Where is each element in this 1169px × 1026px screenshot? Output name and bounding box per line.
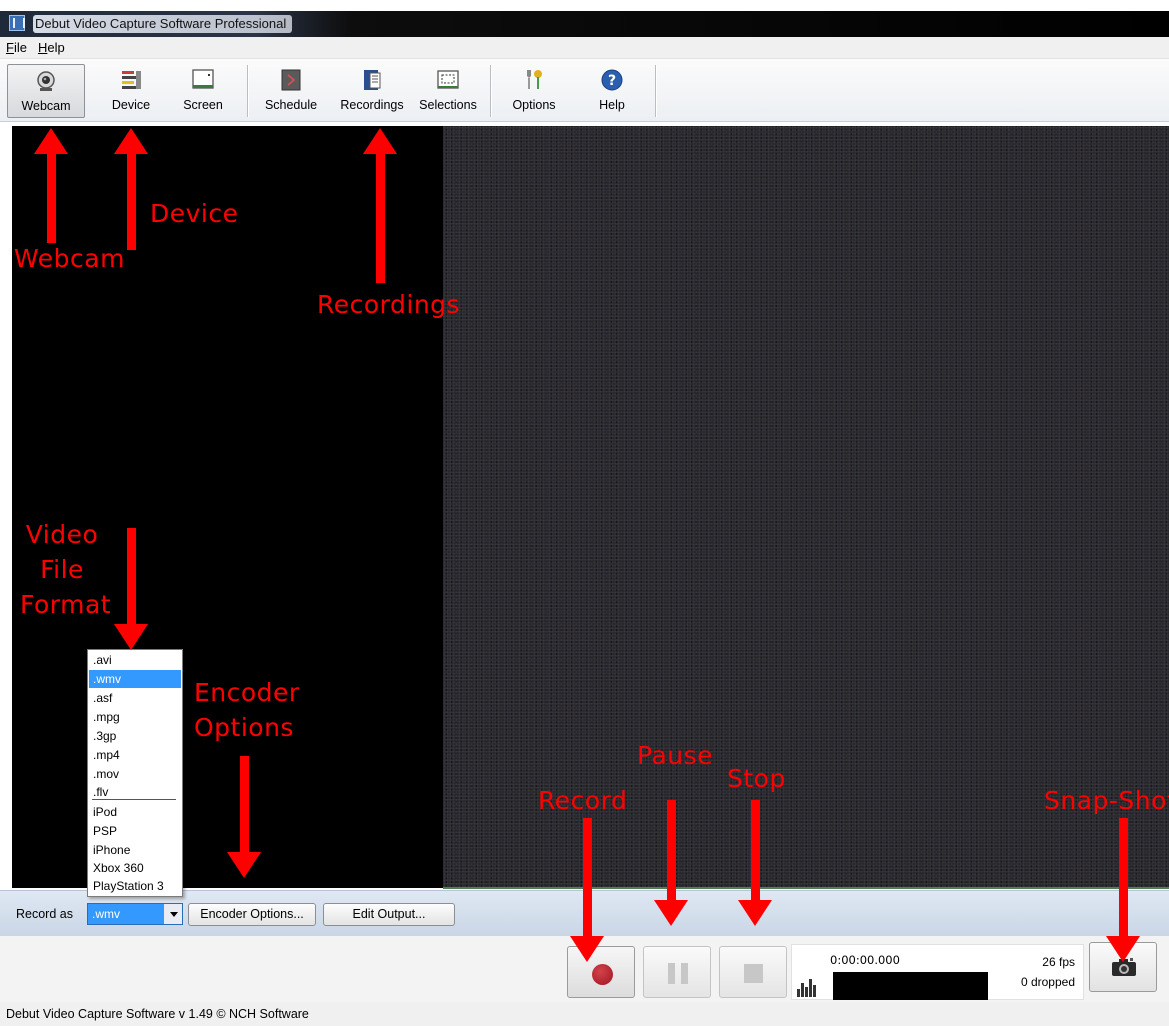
selections-icon — [437, 70, 459, 89]
recordings-annotation: Recordings — [317, 290, 461, 319]
fps-readout: 26 fps — [1042, 955, 1075, 969]
menu-help[interactable]: Help — [38, 40, 65, 55]
app-icon — [9, 15, 25, 31]
toolbar-label: Schedule — [264, 98, 318, 112]
window-title: Debut Video Capture Software Professiona… — [33, 15, 293, 33]
format-option[interactable]: iPhone — [89, 841, 181, 859]
title-bar: Debut Video Capture Software Professiona… — [0, 11, 1169, 37]
encoder-options-button[interactable]: Encoder Options... — [188, 903, 316, 926]
toolbar-device-button[interactable]: Device — [93, 64, 169, 118]
toolbar: Webcam Device Screen Schedule Recordings… — [0, 59, 1169, 122]
format-option[interactable]: .3gp — [89, 727, 181, 745]
edit-output-button[interactable]: Edit Output... — [323, 903, 455, 926]
toolbar-schedule-button[interactable]: Schedule — [256, 64, 326, 118]
format-select[interactable]: .wmv — [87, 903, 183, 925]
format-option[interactable]: PSP — [89, 822, 181, 840]
format-option[interactable]: .mp4 — [89, 746, 181, 764]
toolbar-help-button[interactable]: ? Help — [584, 64, 640, 118]
device-annotation: Device — [150, 199, 239, 228]
video-preview — [443, 126, 1169, 888]
status-bar: Debut Video Capture Software v 1.49 © NC… — [0, 1002, 1169, 1026]
format-dropdown-list: .avi .wmv .asf .mpg .3gp .mp4 .mov .flv … — [87, 649, 183, 897]
format-option-selected[interactable]: .wmv — [89, 670, 181, 688]
stop-button[interactable] — [719, 946, 787, 998]
dropped-frames: 0 dropped — [1020, 975, 1075, 989]
svg-text:?: ? — [608, 73, 616, 89]
toolbar-screen-button[interactable]: Screen — [170, 64, 236, 118]
stop-icon — [744, 964, 763, 983]
chevron-down-icon — [170, 912, 178, 917]
encoder-options-annotation: Encoder Options — [194, 678, 300, 742]
recording-status-panel: 0:00:00.000 26 fps 0 dropped — [791, 944, 1084, 1000]
help-icon: ? — [601, 69, 623, 91]
format-option[interactable]: .asf — [89, 689, 181, 707]
schedule-icon — [281, 69, 301, 91]
preview-divider — [443, 887, 1169, 889]
toolbar-label: Options — [512, 98, 556, 112]
toolbar-label: Webcam — [21, 99, 71, 113]
record-annotation: Record — [538, 786, 628, 815]
video-file-format-annotation: Video File Format — [20, 520, 112, 619]
toolbar-options-button[interactable]: Options — [502, 64, 566, 118]
format-select-value: .wmv — [92, 907, 120, 921]
options-icon — [527, 70, 542, 89]
toolbar-separator — [247, 65, 248, 117]
format-option[interactable]: PlayStation 3 — [89, 877, 181, 895]
snapshot-annotation: Snap-Shot — [1044, 786, 1169, 815]
toolbar-selections-button[interactable]: Selections — [414, 64, 482, 118]
screen-icon — [192, 69, 214, 89]
format-option[interactable]: iPod — [89, 803, 181, 821]
status-text: Debut Video Capture Software v 1.49 © NC… — [6, 1007, 309, 1021]
format-option[interactable]: Xbox 360 — [89, 859, 181, 877]
toolbar-separator — [655, 65, 656, 117]
record-icon — [592, 964, 613, 985]
format-option[interactable]: .mpg — [89, 708, 181, 726]
toolbar-label: Help — [599, 98, 625, 112]
toolbar-label: Selections — [419, 98, 477, 112]
recordings-icon — [364, 70, 381, 90]
stop-annotation: Stop — [727, 764, 786, 793]
menu-file[interactable]: File — [6, 40, 27, 55]
toolbar-label: Screen — [183, 98, 223, 112]
toolbar-separator — [490, 65, 491, 117]
pause-button[interactable] — [643, 946, 711, 998]
format-option[interactable]: .mov — [89, 765, 181, 783]
record-as-label: Record as — [16, 907, 73, 921]
elapsed-time: 0:00:00.000 — [830, 953, 900, 967]
menu-bar: File Help — [0, 37, 1169, 59]
format-option[interactable]: .avi — [89, 651, 181, 669]
toolbar-recordings-button[interactable]: Recordings — [330, 64, 414, 118]
webcam-annotation: Webcam — [14, 244, 125, 273]
audio-level-icon — [797, 977, 819, 997]
toolbar-label: Device — [111, 98, 151, 112]
list-divider — [92, 799, 176, 800]
toolbar-label: Recordings — [340, 98, 404, 112]
toolbar-webcam-button[interactable]: Webcam — [7, 64, 85, 118]
level-meter — [833, 972, 988, 1000]
webcam-icon — [37, 71, 55, 91]
device-icon — [122, 71, 141, 89]
pause-annotation: Pause — [637, 741, 714, 770]
